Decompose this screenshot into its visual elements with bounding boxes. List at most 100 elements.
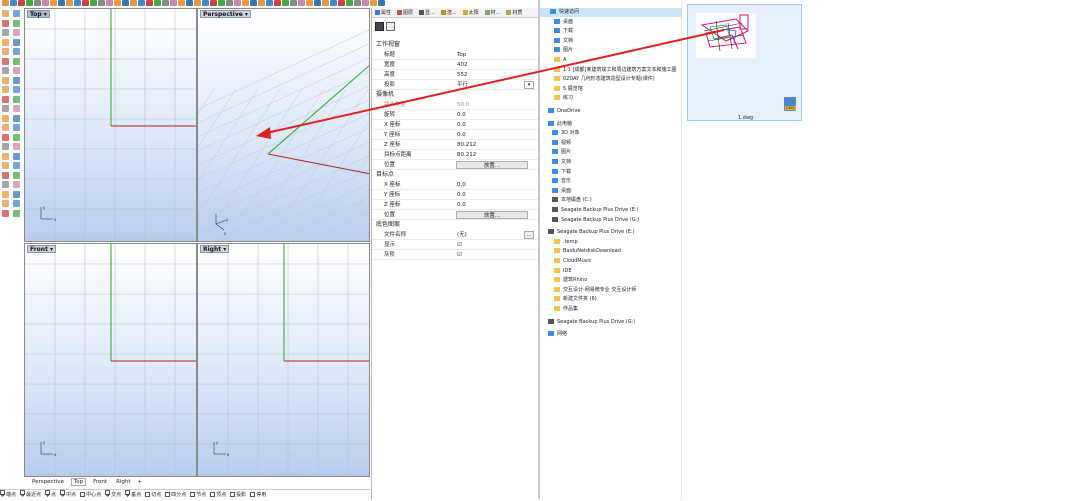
prop-value[interactable]: 0.0 <box>457 130 466 140</box>
nav-onedrive[interactable]: OneDrive <box>548 107 581 116</box>
nav-pc-item[interactable]: 桌面 <box>552 187 571 196</box>
toolbar-tool-icon[interactable] <box>82 0 89 6</box>
nav-quick-item[interactable]: 5.展览馆 <box>554 85 583 94</box>
osnap-disable-checkbox[interactable] <box>250 492 256 497</box>
panel-tab[interactable]: 材质 <box>506 10 522 16</box>
osnap-checkbox[interactable] <box>45 490 51 497</box>
nav-e-item[interactable]: 新建文件夹 (6) <box>554 295 597 304</box>
osnap-option[interactable]: 垂点 <box>125 490 141 498</box>
osnap-checkbox[interactable] <box>145 492 151 497</box>
left-tool-icon[interactable] <box>2 171 9 179</box>
nav-e-item[interactable]: 交互设计-网易微专业 交互设计师 <box>554 286 636 295</box>
nav-quick-item[interactable]: 图片 <box>554 46 573 55</box>
left-tool-icon[interactable] <box>13 86 20 93</box>
toolbar-tool-icon[interactable] <box>34 0 41 6</box>
osnap-option[interactable]: 切点 <box>145 492 161 498</box>
toolbar-tool-icon[interactable] <box>26 0 33 6</box>
left-tool-icon[interactable] <box>13 133 20 141</box>
left-tool-icon[interactable] <box>2 200 9 207</box>
left-tool-icon[interactable] <box>2 95 9 103</box>
left-tool-icon[interactable] <box>2 143 9 150</box>
osnap-option[interactable]: 中点 <box>60 490 76 498</box>
nav-drive-e[interactable]: Seagate Backup Plus Drive (E:) <box>548 228 635 237</box>
left-tool-icon[interactable] <box>13 10 20 17</box>
osnap-checkbox[interactable] <box>125 490 131 497</box>
nav-pc-item[interactable]: 图片 <box>552 148 571 157</box>
osnap-checkbox[interactable] <box>165 492 171 497</box>
prop-value[interactable]: (无) <box>457 230 467 240</box>
nav-e-item[interactable]: CloudMusic <box>554 257 592 266</box>
toolbar-tool-icon[interactable] <box>242 0 249 6</box>
left-tool-icon[interactable] <box>2 38 9 46</box>
nav-this-pc[interactable]: 此电脑 <box>548 120 572 129</box>
dropdown-arrow-icon[interactable]: ▾ <box>524 81 534 89</box>
viewport-title-front[interactable]: Front ▾ <box>27 245 57 253</box>
left-tool-icon[interactable] <box>13 19 20 27</box>
viewport-front[interactable]: yx Front ▾ <box>24 243 197 477</box>
toolbar-tool-icon[interactable] <box>250 0 257 6</box>
osnap-checkbox[interactable] <box>20 490 26 497</box>
nav-pc-item[interactable]: 音乐 <box>552 177 571 186</box>
osnap-option[interactable]: 交点 <box>105 490 121 498</box>
osnap-option[interactable]: 点 <box>45 490 56 498</box>
browse-button[interactable]: ... <box>524 231 534 239</box>
prop-value[interactable]: 0.0 <box>457 180 466 190</box>
nav-quick-item[interactable]: 桌面 <box>554 18 573 27</box>
viewport-tab-perspective[interactable]: Perspective <box>30 479 66 485</box>
osnap-option[interactable]: 最近点 <box>20 490 41 498</box>
panel-icon-b[interactable] <box>386 22 395 31</box>
viewport-right[interactable]: yx Right ▾ <box>197 243 370 477</box>
toolbar-tool-icon[interactable] <box>114 0 121 6</box>
toolbar-tool-icon[interactable] <box>298 0 305 6</box>
left-tool-icon[interactable] <box>13 95 20 103</box>
toolbar-tool-icon[interactable] <box>2 0 9 6</box>
panel-tab[interactable]: 显... <box>419 10 435 16</box>
toolbar-tool-icon[interactable] <box>186 0 193 6</box>
left-tool-icon[interactable] <box>2 105 9 112</box>
osnap-checkbox[interactable] <box>80 492 86 497</box>
toolbar-tool-icon[interactable] <box>330 0 337 6</box>
left-tool-icon[interactable] <box>2 152 9 160</box>
toolbar-tool-icon[interactable] <box>58 0 65 6</box>
left-tool-icon[interactable] <box>13 124 20 131</box>
left-tool-icon[interactable] <box>2 57 9 65</box>
osnap-checkbox[interactable] <box>190 492 196 497</box>
left-tool-icon[interactable] <box>13 38 20 46</box>
left-tool-icon[interactable] <box>13 76 20 84</box>
osnap-checkbox[interactable] <box>230 492 236 497</box>
nav-drive-g[interactable]: Seagate Backup Plus Drive (G:) <box>548 318 635 327</box>
left-tool-icon[interactable] <box>2 67 9 74</box>
toolbar-tool-icon[interactable] <box>306 0 313 6</box>
osnap-checkbox[interactable] <box>105 490 111 497</box>
panel-tab[interactable]: 属性 <box>375 10 391 16</box>
prop-value[interactable]: 0.0 <box>457 200 466 210</box>
left-tool-icon[interactable] <box>13 48 20 55</box>
left-tool-icon[interactable] <box>2 133 9 141</box>
nav-e-item[interactable]: .temp <box>554 238 578 247</box>
nav-quick-item[interactable]: 文档 <box>554 37 573 46</box>
left-tool-icon[interactable] <box>13 105 20 112</box>
prop-value[interactable]: 0.0 <box>457 120 466 130</box>
nav-network[interactable]: 网络 <box>548 330 567 339</box>
toolbar-tool-icon[interactable] <box>10 0 17 6</box>
osnap-option[interactable]: 节点 <box>190 492 206 498</box>
toolbar-tool-icon[interactable] <box>50 0 57 6</box>
prop-value[interactable]: 平行 <box>457 80 468 90</box>
toolbar-tool-icon[interactable] <box>178 0 185 6</box>
toolbar-tool-icon[interactable] <box>274 0 281 6</box>
left-tool-icon[interactable] <box>2 162 9 169</box>
prop-value[interactable]: 402 <box>457 60 468 70</box>
toolbar-tool-icon[interactable] <box>90 0 97 6</box>
panel-tab[interactable]: 材... <box>484 10 500 16</box>
toolbar-tool-icon[interactable] <box>338 0 345 6</box>
toolbar-tool-icon[interactable] <box>218 0 225 6</box>
nav-quick-item[interactable]: 练习 <box>554 94 573 103</box>
left-tool-icon[interactable] <box>13 67 20 74</box>
panel-tab[interactable]: 太阳 <box>462 10 479 16</box>
nav-pc-item[interactable]: 视频 <box>552 139 571 148</box>
panel-tab[interactable]: 图层 <box>397 10 413 16</box>
nav-quick-access[interactable]: 快速访问 <box>550 8 579 17</box>
toolbar-tool-icon[interactable] <box>354 0 361 6</box>
left-tool-icon[interactable] <box>13 143 20 150</box>
osnap-option[interactable]: 端点 <box>0 490 16 498</box>
